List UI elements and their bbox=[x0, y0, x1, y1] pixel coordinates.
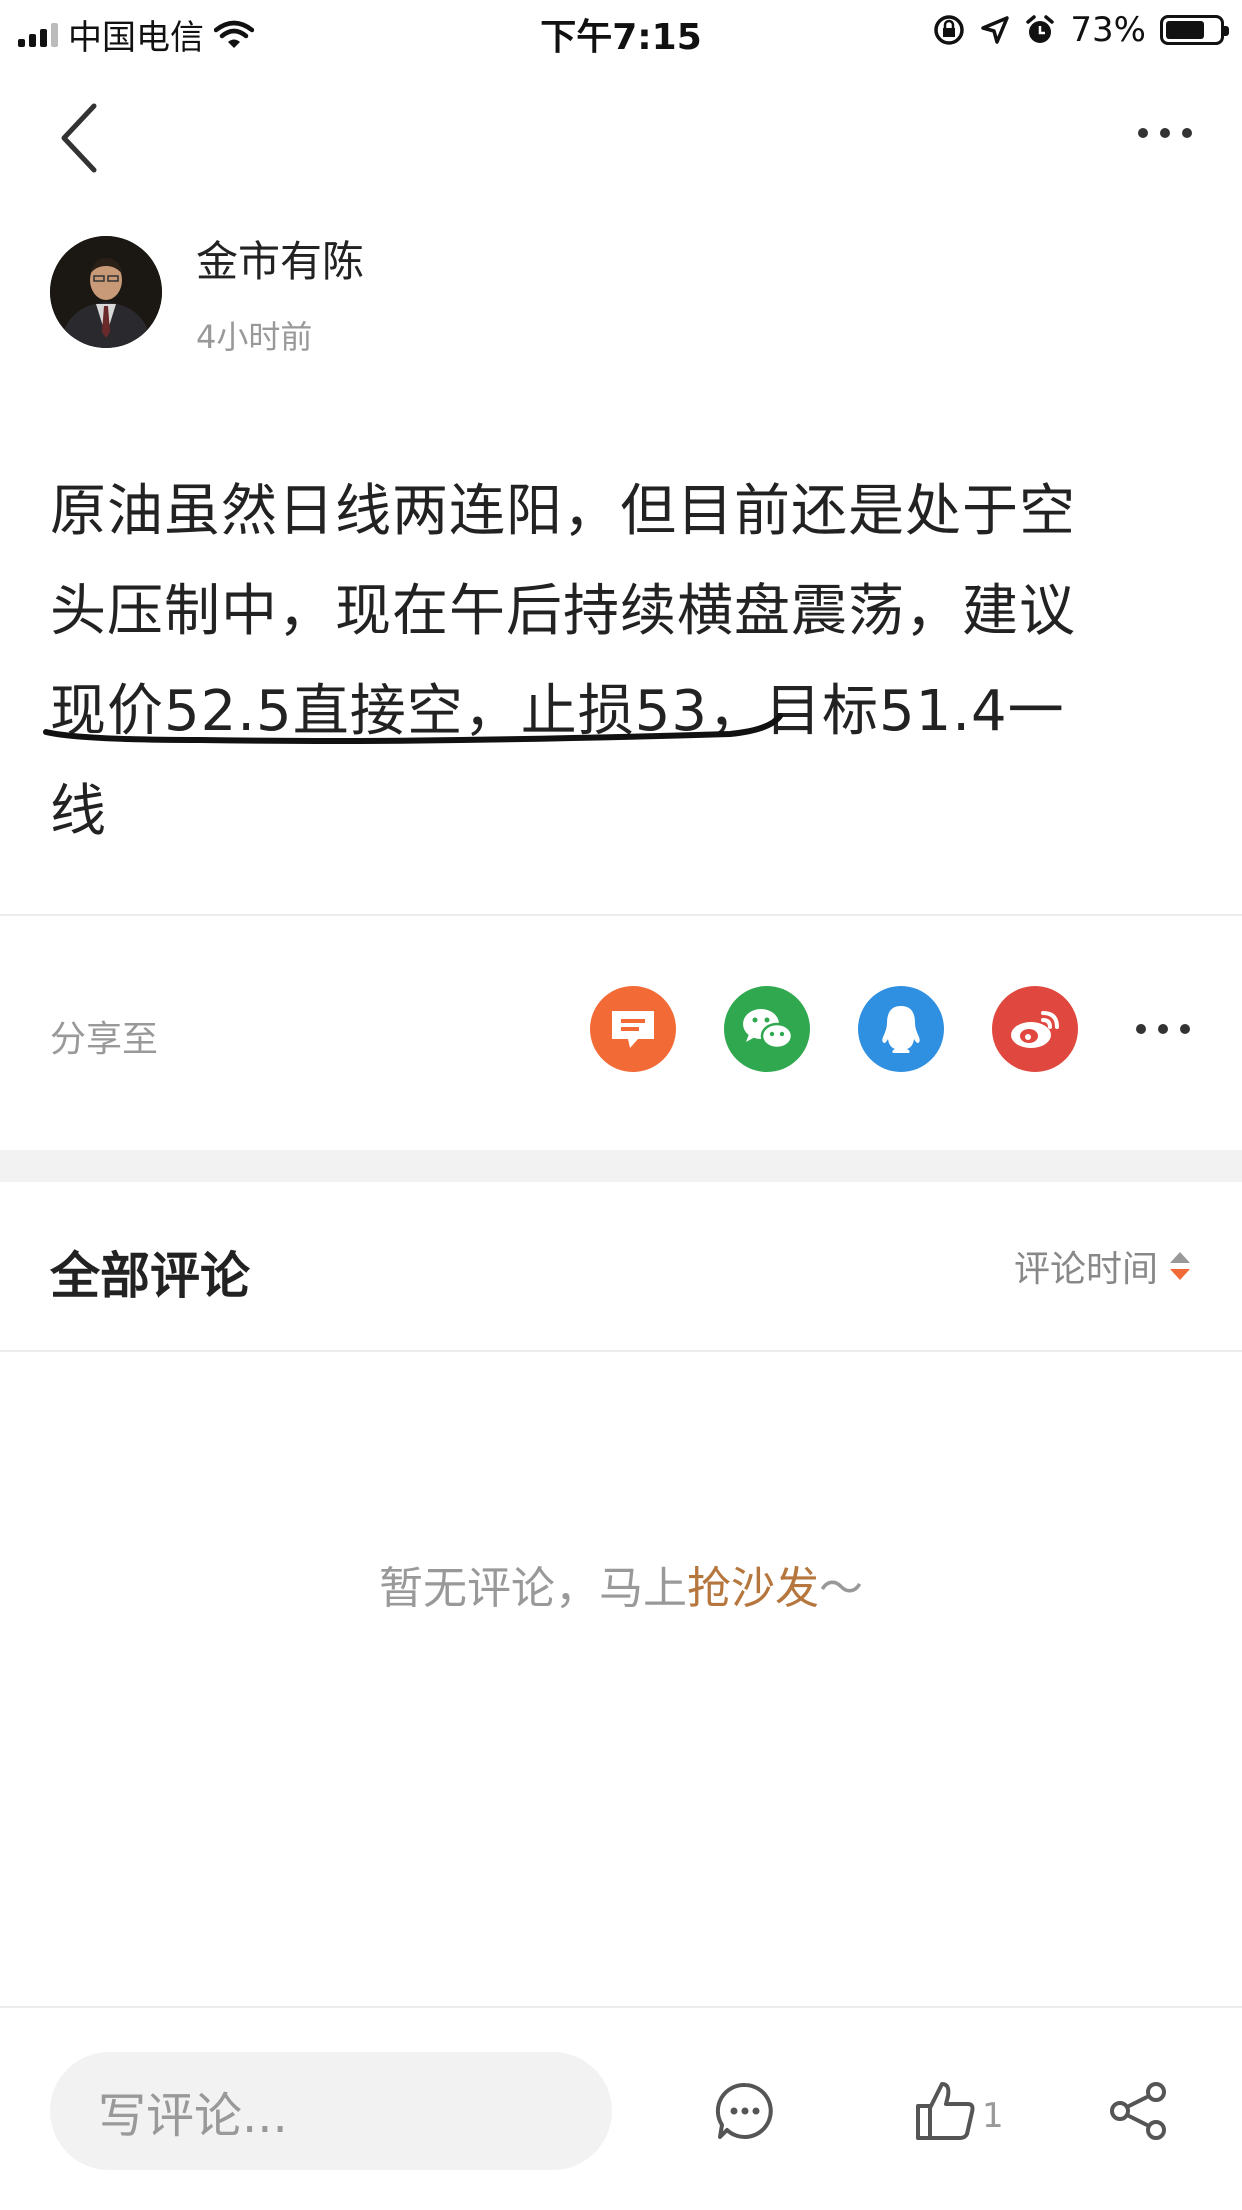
comment-icon[interactable] bbox=[714, 2080, 776, 2142]
like-count: 1 bbox=[982, 2096, 1004, 2136]
divider bbox=[0, 1350, 1242, 1352]
post-line: 线 bbox=[50, 779, 107, 844]
share-message-button[interactable] bbox=[590, 986, 676, 1072]
more-dot-icon bbox=[1138, 128, 1148, 138]
comment-input[interactable]: 写评论... bbox=[50, 2052, 612, 2170]
share-qq-button[interactable] bbox=[858, 986, 944, 1072]
comment-sort-button[interactable]: 评论时间 bbox=[1014, 1240, 1192, 1292]
share-wechat-button[interactable] bbox=[724, 986, 810, 1072]
back-arrow-icon[interactable] bbox=[56, 100, 104, 176]
location-icon bbox=[981, 16, 1010, 44]
status-bar: 中国电信 下午7:15 73% bbox=[0, 0, 1242, 64]
comments-title: 全部评论 bbox=[50, 1247, 250, 1305]
handdrawn-underline bbox=[43, 713, 783, 744]
share-label: 分享至 bbox=[50, 1019, 159, 1060]
bottom-bar: 写评论... 1 bbox=[0, 2006, 1242, 2210]
sofa-link[interactable]: 抢沙发 bbox=[687, 1563, 819, 1614]
alarm-icon bbox=[1026, 15, 1055, 43]
more-dot-icon bbox=[1182, 128, 1192, 138]
sort-arrows-icon bbox=[1170, 1252, 1190, 1280]
avatar-image bbox=[50, 236, 162, 348]
rotation-lock-icon bbox=[934, 15, 965, 45]
more-menu-button[interactable] bbox=[1138, 128, 1192, 138]
more-dot-icon bbox=[1158, 1024, 1168, 1034]
empty-comments-message: 暂无评论，马上抢沙发～ bbox=[0, 1552, 1242, 1616]
post-time: 4小时前 bbox=[196, 318, 313, 356]
battery-icon bbox=[1160, 15, 1229, 45]
divider bbox=[0, 914, 1242, 916]
wechat-icon bbox=[743, 1009, 794, 1050]
share-icon[interactable] bbox=[1108, 2080, 1170, 2142]
empty-text: 暂无评论，马上 bbox=[379, 1563, 687, 1614]
share-more-button[interactable] bbox=[1136, 1024, 1190, 1034]
post-line: 原油虽然日线两连阳，但目前还是处于空 bbox=[50, 479, 1076, 544]
status-right: 73% bbox=[932, 10, 1229, 50]
more-dot-icon bbox=[1180, 1024, 1190, 1034]
share-weibo-button[interactable] bbox=[992, 986, 1078, 1072]
post-line: 头压制中，现在午后持续横盘震荡，建议 bbox=[50, 579, 1076, 644]
qq-icon bbox=[882, 1006, 920, 1053]
weibo-icon bbox=[1011, 1011, 1059, 1048]
like-icon[interactable] bbox=[914, 2080, 978, 2142]
battery-percent: 73% bbox=[1070, 10, 1146, 50]
more-dot-icon bbox=[1160, 128, 1170, 138]
section-separator bbox=[0, 1150, 1242, 1182]
post-content: 原油虽然日线两连阳，但目前还是处于空 头压制中，现在午后持续横盘震荡，建议 现价… bbox=[50, 462, 1200, 862]
empty-suffix: ～ bbox=[819, 1563, 863, 1614]
avatar[interactable] bbox=[50, 236, 162, 348]
sort-label: 评论时间 bbox=[1013, 1249, 1158, 1290]
more-dot-icon bbox=[1136, 1024, 1146, 1034]
message-icon bbox=[612, 1011, 654, 1048]
author-name[interactable]: 金市有陈 bbox=[196, 228, 364, 289]
